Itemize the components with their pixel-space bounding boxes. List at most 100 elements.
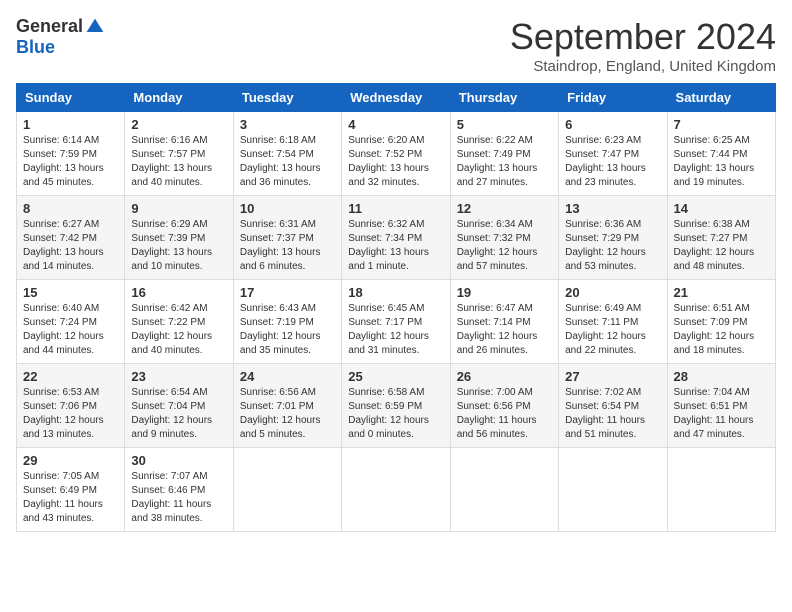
day-info: Sunrise: 6:29 AMSunset: 7:39 PMDaylight:…	[131, 218, 226, 274]
day-number: 21	[674, 285, 769, 300]
calendar-cell: 10 Sunrise: 6:31 AMSunset: 7:37 PMDayligh…	[233, 196, 341, 280]
day-info: Sunrise: 6:49 AMSunset: 7:11 PMDaylight:…	[565, 302, 660, 358]
day-info: Sunrise: 6:43 AMSunset: 7:19 PMDaylight:…	[240, 302, 335, 358]
calendar-cell	[342, 448, 450, 532]
calendar-week-3: 15 Sunrise: 6:40 AMSunset: 7:24 PMDayligh…	[17, 280, 776, 364]
calendar-week-4: 22 Sunrise: 6:53 AMSunset: 7:06 PMDayligh…	[17, 364, 776, 448]
calendar-week-5: 29 Sunrise: 7:05 AMSunset: 6:49 PMDayligh…	[17, 448, 776, 532]
day-info: Sunrise: 7:04 AMSunset: 6:51 PMDaylight:…	[674, 386, 769, 442]
calendar-cell: 28 Sunrise: 7:04 AMSunset: 6:51 PMDayligh…	[667, 364, 775, 448]
calendar-cell: 16 Sunrise: 6:42 AMSunset: 7:22 PMDayligh…	[125, 280, 233, 364]
month-title: September 2024	[510, 16, 776, 58]
calendar-table: SundayMondayTuesdayWednesdayThursdayFrid…	[16, 83, 776, 532]
day-number: 1	[23, 117, 118, 132]
calendar-cell: 5 Sunrise: 6:22 AMSunset: 7:49 PMDaylight…	[450, 112, 558, 196]
day-number: 7	[674, 117, 769, 132]
calendar-cell: 25Sunrise: 6:58 AMSunset: 6:59 PMDayligh…	[342, 364, 450, 448]
day-number: 22	[23, 369, 118, 384]
day-number: 25	[348, 369, 443, 384]
day-info: Sunrise: 6:23 AMSunset: 7:47 PMDaylight:…	[565, 134, 660, 190]
day-info: Sunrise: 6:34 AMSunset: 7:32 PMDaylight:…	[457, 218, 552, 274]
title-block: September 2024 Staindrop, England, Unite…	[510, 16, 776, 75]
column-header-saturday: Saturday	[667, 84, 775, 112]
day-info: Sunrise: 6:14 AMSunset: 7:59 PMDaylight:…	[23, 134, 118, 190]
day-number: 30	[131, 453, 226, 468]
calendar-cell: 12 Sunrise: 6:34 AMSunset: 7:32 PMDayligh…	[450, 196, 558, 280]
calendar-cell: 7Sunrise: 6:25 AMSunset: 7:44 PMDaylight…	[667, 112, 775, 196]
calendar-cell: 27 Sunrise: 7:02 AMSunset: 6:54 PMDayligh…	[559, 364, 667, 448]
day-number: 4	[348, 117, 443, 132]
calendar-cell: 2 Sunrise: 6:16 AMSunset: 7:57 PMDaylight…	[125, 112, 233, 196]
column-header-wednesday: Wednesday	[342, 84, 450, 112]
day-info: Sunrise: 6:51 AMSunset: 7:09 PMDaylight:…	[674, 302, 769, 358]
column-header-monday: Monday	[125, 84, 233, 112]
day-number: 16	[131, 285, 226, 300]
day-number: 23	[131, 369, 226, 384]
calendar-cell: 21 Sunrise: 6:51 AMSunset: 7:09 PMDayligh…	[667, 280, 775, 364]
calendar-cell: 3 Sunrise: 6:18 AMSunset: 7:54 PMDaylight…	[233, 112, 341, 196]
calendar-cell: 22 Sunrise: 6:53 AMSunset: 7:06 PMDayligh…	[17, 364, 125, 448]
calendar-cell: 24 Sunrise: 6:56 AMSunset: 7:01 PMDayligh…	[233, 364, 341, 448]
day-number: 2	[131, 117, 226, 132]
calendar-cell: 30 Sunrise: 7:07 AMSunset: 6:46 PMDayligh…	[125, 448, 233, 532]
day-info: Sunrise: 6:38 AMSunset: 7:27 PMDaylight:…	[674, 218, 769, 274]
calendar-cell	[450, 448, 558, 532]
day-number: 12	[457, 201, 552, 216]
day-number: 6	[565, 117, 660, 132]
day-number: 3	[240, 117, 335, 132]
logo-general-text: General	[16, 16, 83, 37]
day-info: Sunrise: 6:22 AMSunset: 7:49 PMDaylight:…	[457, 134, 552, 190]
calendar-cell: 26Sunrise: 7:00 AMSunset: 6:56 PMDayligh…	[450, 364, 558, 448]
day-number: 29	[23, 453, 118, 468]
logo: General Blue	[16, 16, 105, 58]
day-info: Sunrise: 6:16 AMSunset: 7:57 PMDaylight:…	[131, 134, 226, 190]
day-info: Sunrise: 6:18 AMSunset: 7:54 PMDaylight:…	[240, 134, 335, 190]
calendar-cell: 14 Sunrise: 6:38 AMSunset: 7:27 PMDayligh…	[667, 196, 775, 280]
calendar-header-row: SundayMondayTuesdayWednesdayThursdayFrid…	[17, 84, 776, 112]
day-number: 15	[23, 285, 118, 300]
day-number: 27	[565, 369, 660, 384]
calendar-cell: 19 Sunrise: 6:47 AMSunset: 7:14 PMDayligh…	[450, 280, 558, 364]
day-number: 14	[674, 201, 769, 216]
calendar-cell: 1 Sunrise: 6:14 AMSunset: 7:59 PMDaylight…	[17, 112, 125, 196]
day-info: Sunrise: 6:56 AMSunset: 7:01 PMDaylight:…	[240, 386, 335, 442]
calendar-cell: 13Sunrise: 6:36 AMSunset: 7:29 PMDayligh…	[559, 196, 667, 280]
day-info: Sunrise: 7:02 AMSunset: 6:54 PMDaylight:…	[565, 386, 660, 442]
day-info: Sunrise: 7:05 AMSunset: 6:49 PMDaylight:…	[23, 470, 118, 526]
calendar-cell: 18 Sunrise: 6:45 AMSunset: 7:17 PMDayligh…	[342, 280, 450, 364]
day-info: Sunrise: 7:00 AMSunset: 6:56 PMDaylight:…	[457, 386, 552, 442]
calendar-cell: 20 Sunrise: 6:49 AMSunset: 7:11 PMDayligh…	[559, 280, 667, 364]
day-info: Sunrise: 6:54 AMSunset: 7:04 PMDaylight:…	[131, 386, 226, 442]
day-number: 18	[348, 285, 443, 300]
logo-icon	[85, 17, 105, 37]
day-number: 24	[240, 369, 335, 384]
day-number: 20	[565, 285, 660, 300]
day-number: 9	[131, 201, 226, 216]
calendar-cell	[233, 448, 341, 532]
calendar-cell: 9 Sunrise: 6:29 AMSunset: 7:39 PMDaylight…	[125, 196, 233, 280]
column-header-friday: Friday	[559, 84, 667, 112]
calendar-week-1: 1 Sunrise: 6:14 AMSunset: 7:59 PMDaylight…	[17, 112, 776, 196]
day-info: Sunrise: 6:45 AMSunset: 7:17 PMDaylight:…	[348, 302, 443, 358]
day-info: Sunrise: 7:07 AMSunset: 6:46 PMDaylight:…	[131, 470, 226, 526]
calendar-cell	[667, 448, 775, 532]
calendar-cell: 4 Sunrise: 6:20 AMSunset: 7:52 PMDaylight…	[342, 112, 450, 196]
column-header-sunday: Sunday	[17, 84, 125, 112]
day-info: Sunrise: 6:53 AMSunset: 7:06 PMDaylight:…	[23, 386, 118, 442]
day-number: 17	[240, 285, 335, 300]
day-info: Sunrise: 6:36 AMSunset: 7:29 PMDaylight:…	[565, 218, 660, 274]
day-info: Sunrise: 6:20 AMSunset: 7:52 PMDaylight:…	[348, 134, 443, 190]
day-info: Sunrise: 6:40 AMSunset: 7:24 PMDaylight:…	[23, 302, 118, 358]
day-number: 10	[240, 201, 335, 216]
page-header: General Blue September 2024 Staindrop, E…	[16, 16, 776, 75]
calendar-cell: 17 Sunrise: 6:43 AMSunset: 7:19 PMDayligh…	[233, 280, 341, 364]
day-info: Sunrise: 6:42 AMSunset: 7:22 PMDaylight:…	[131, 302, 226, 358]
day-number: 19	[457, 285, 552, 300]
column-header-thursday: Thursday	[450, 84, 558, 112]
calendar-cell: 15 Sunrise: 6:40 AMSunset: 7:24 PMDayligh…	[17, 280, 125, 364]
calendar-week-2: 8Sunrise: 6:27 AMSunset: 7:42 PMDaylight…	[17, 196, 776, 280]
day-info: Sunrise: 6:31 AMSunset: 7:37 PMDaylight:…	[240, 218, 335, 274]
day-number: 5	[457, 117, 552, 132]
day-number: 28	[674, 369, 769, 384]
day-info: Sunrise: 6:47 AMSunset: 7:14 PMDaylight:…	[457, 302, 552, 358]
